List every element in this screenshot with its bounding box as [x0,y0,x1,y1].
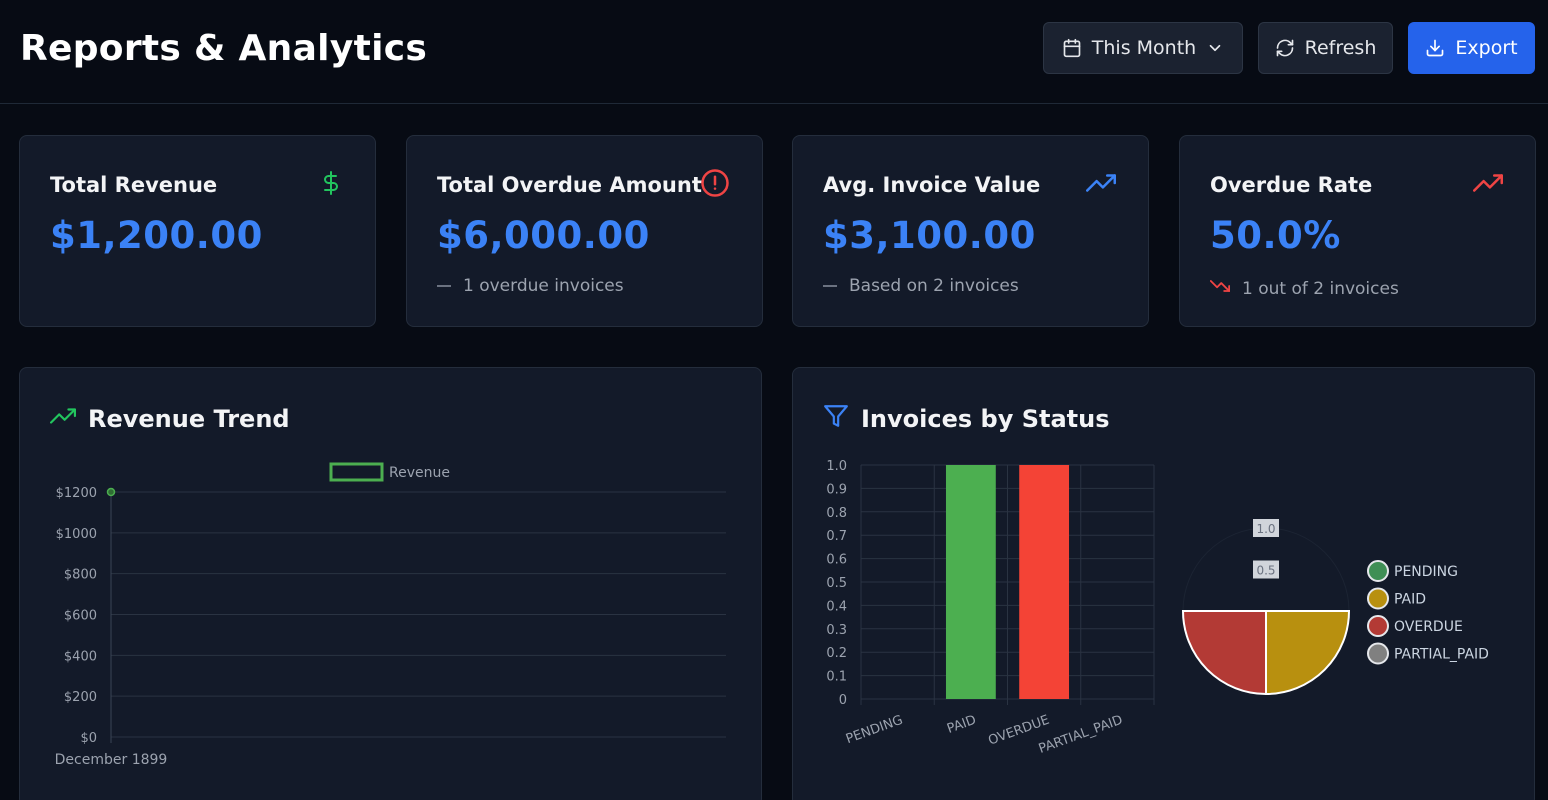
legend-swatch [329,462,384,482]
y-tick-label: 0.8 [826,506,847,521]
y-tick-label: 0.5 [826,576,847,591]
page-header: Reports & Analytics This Month Refresh E… [0,0,1548,104]
y-tick-label: 1.0 [826,459,847,474]
trending-down-icon [1209,276,1231,301]
stat-card-overdue-rate: Overdue Rate 50.0% 1 out of 2 invoices [1179,135,1536,327]
chevron-down-icon [1206,39,1224,57]
y-tick-label: 0.4 [826,599,847,614]
y-tick-label: $800 [64,568,97,583]
stat-value: $6,000.00 [437,214,650,257]
x-tick-label: PAID [945,713,978,737]
status-bar [1019,465,1070,699]
export-label: Export [1455,37,1518,59]
legend-swatch [1367,560,1389,582]
panel-title: Revenue Trend [50,403,290,435]
revenue-trend-panel: $0 $200 $400 $600 $800 $1000 $1200 December 189… [19,367,762,800]
y-tick-label: 0 [839,693,847,708]
y-tick-label: 0.3 [826,623,847,638]
stat-card-total-revenue: Total Revenue $1,200.00 [19,135,376,327]
legend-label: PARTIAL_PAID [1394,647,1489,663]
page-title: Reports & Analytics [20,28,428,69]
refresh-icon [1275,38,1295,58]
y-tick-label: $1200 [56,486,97,501]
period-dropdown[interactable]: This Month [1043,22,1243,74]
legend-swatch [1367,587,1389,610]
legend-label: PENDING [1394,564,1458,580]
y-tick-label: $200 [64,690,97,705]
revenue-trend-title: Revenue Trend [88,405,290,433]
y-tick-label: $600 [64,609,97,624]
legend-label: Revenue [389,465,450,481]
dollar-icon [319,168,343,202]
y-tick-label: 0.2 [826,646,847,661]
y-tick-label: 0.1 [826,670,847,685]
download-icon [1425,38,1445,58]
stat-label: Avg. Invoice Value [823,173,1041,197]
stat-value: $1,200.00 [50,214,263,257]
polar-segment [1265,610,1351,696]
stat-subtext: 1 overdue invoices [437,276,624,296]
polar-tick-label: 0.5 [1256,564,1275,578]
legend-label: OVERDUE [1394,619,1463,635]
polar-segment [1181,610,1267,696]
stat-label: Total Overdue Amount [437,173,702,197]
stat-label: Total Revenue [50,173,218,197]
stat-sub-label: 1 out of 2 invoices [1242,278,1399,299]
panel-title: Invoices by Status [823,403,1110,435]
neutral-dash-icon [437,285,451,287]
x-tick-label: PENDING [844,713,905,747]
legend-swatch [1367,615,1389,637]
invoices-by-status-panel: 0 0.1 0.2 0.3 0.4 0.5 0.6 0.7 0.8 0.9 1.0 PENDING PA… [792,367,1535,800]
trending-up-icon [1086,168,1116,202]
y-tick-label: 0.7 [826,529,847,544]
stat-value: $3,100.00 [823,214,1036,257]
filter-icon [823,403,849,435]
y-tick-label: 0.9 [826,482,847,497]
trending-up-icon [1473,168,1503,202]
legend-swatch [1367,642,1389,665]
stat-card-total-overdue: Total Overdue Amount $6,000.00 1 overdue… [406,135,763,327]
invoices-by-status-title: Invoices by Status [861,405,1110,433]
refresh-label: Refresh [1304,37,1377,59]
trending-up-icon [50,403,76,435]
stat-subtext: Based on 2 invoices [823,276,1019,296]
y-tick-label: $1000 [56,527,97,542]
stat-label: Overdue Rate [1210,173,1373,197]
stat-card-avg-invoice: Avg. Invoice Value $3,100.00 Based on 2 … [792,135,1149,327]
polar-tick-label: 1.0 [1256,522,1275,536]
period-label: This Month [1091,37,1197,59]
alert-circle-icon [700,168,730,202]
y-tick-label: $0 [80,731,97,746]
x-tick-label: PARTIAL_PAID [1037,713,1125,757]
stat-value: 50.0% [1210,214,1341,257]
revenue-point [106,487,116,497]
status-bar [945,465,996,699]
y-tick-label: 0.6 [826,553,847,568]
x-tick-label: December 1899 [55,752,168,768]
calendar-icon [1062,38,1082,58]
stat-sub-label: Based on 2 invoices [849,276,1019,296]
y-tick-label: $400 [64,649,97,664]
refresh-button[interactable]: Refresh [1258,22,1393,74]
stat-subtext: 1 out of 2 invoices [1209,276,1399,301]
stat-sub-label: 1 overdue invoices [463,276,624,296]
export-button[interactable]: Export [1408,22,1535,74]
legend-label: PAID [1394,592,1426,608]
neutral-dash-icon [823,285,837,287]
